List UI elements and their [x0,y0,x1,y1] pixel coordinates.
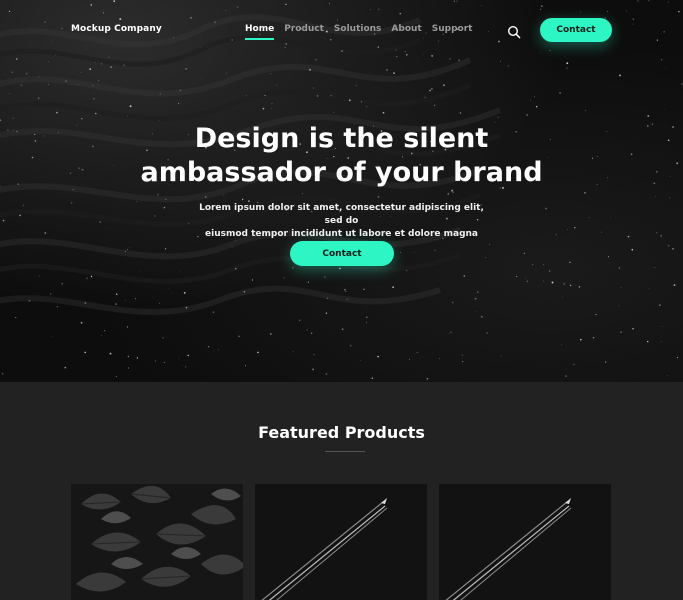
hero-subtitle-line-1: Lorem ipsum dolor sit amet, consectetur … [199,203,484,226]
nav-item-home[interactable]: Home [245,24,275,40]
nav-contact-button[interactable]: Contact [540,18,612,42]
product-card-2[interactable] [255,484,427,600]
product-card-1[interactable] [71,484,243,600]
product-card-3[interactable] [439,484,611,600]
nav-item-product[interactable]: Product [284,24,324,40]
dark-leaves-photo [71,484,243,600]
nav-item-support[interactable]: Support [432,24,473,40]
hero-title-line-1: Design is the silent [194,123,489,154]
nav-item-about[interactable]: About [391,24,421,40]
main-menu: Home Product Solutions About Support [245,24,482,40]
featured-products-section: Featured Products [0,382,683,600]
hero-title: Design is the silent ambassador of your … [0,122,683,190]
airplane-contrail-photo [439,484,611,600]
search-icon[interactable] [507,24,521,39]
hero-section: Mockup Company Home Product Solutions Ab… [0,0,683,382]
hero-contact-button[interactable]: Contact [290,241,394,266]
brand-logo[interactable]: Mockup Company [71,24,162,34]
top-navigation: Mockup Company Home Product Solutions Ab… [0,0,683,60]
airplane-contrail-photo [255,484,427,600]
title-divider [325,451,365,452]
hero-title-line-2: ambassador of your brand [140,157,543,188]
nav-item-solutions[interactable]: Solutions [334,24,382,40]
featured-products-title: Featured Products [258,423,425,442]
